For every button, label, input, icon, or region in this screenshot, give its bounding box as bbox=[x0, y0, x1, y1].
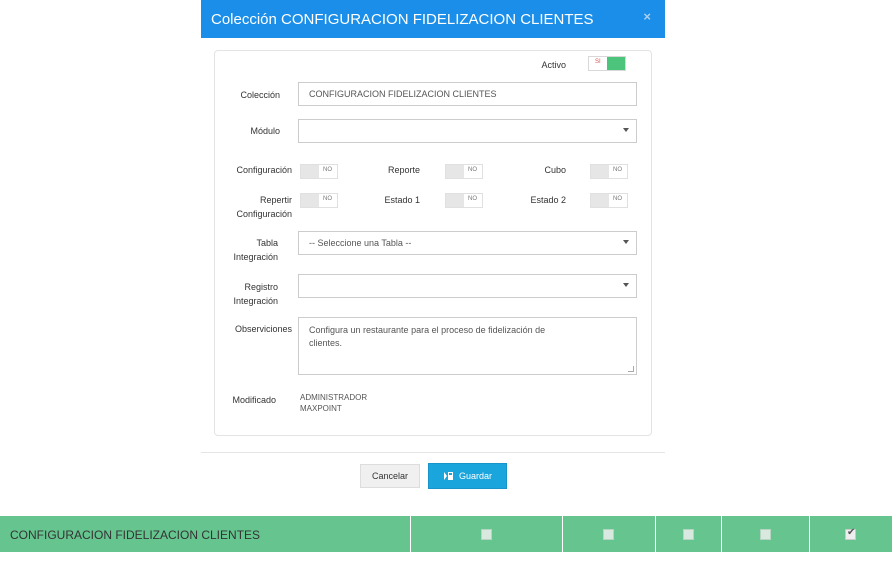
cancel-button[interactable]: Cancelar bbox=[360, 464, 420, 488]
estado2-toggle[interactable]: NO bbox=[590, 193, 628, 208]
toggle-knob bbox=[607, 57, 625, 70]
close-icon[interactable]: × bbox=[643, 9, 651, 24]
estado1-toggle[interactable]: NO bbox=[445, 193, 483, 208]
toggle-knob bbox=[301, 165, 319, 178]
toggle-text: NO bbox=[323, 196, 332, 202]
configuracion-label: Configuración bbox=[236, 165, 292, 175]
chevron-down-icon bbox=[623, 283, 629, 287]
estado2-label: Estado 2 bbox=[530, 195, 566, 205]
modificado-label: Modificado bbox=[232, 395, 276, 405]
modulo-label: Módulo bbox=[250, 126, 280, 136]
toggle-text: NO bbox=[613, 196, 622, 202]
tabla-value: -- Seleccione una Tabla -- bbox=[309, 238, 412, 248]
row-checkbox-1[interactable] bbox=[481, 529, 492, 540]
configuracion-toggle[interactable]: NO bbox=[300, 164, 338, 179]
registro-label-line1: Registro bbox=[244, 282, 278, 292]
registro-label-line2: Integración bbox=[233, 296, 278, 306]
tabla-integracion-label: Tabla Integración bbox=[220, 236, 278, 264]
repetir-label-line1: Repertir bbox=[259, 195, 292, 205]
save-button-label: Guardar bbox=[458, 471, 493, 481]
activo-label: Activo bbox=[541, 60, 566, 70]
toggle-knob bbox=[301, 194, 319, 207]
modificado-value-line2: MAXPOINT bbox=[300, 404, 342, 413]
checkmark-icon: ✔ bbox=[847, 527, 856, 538]
coleccion-input[interactable]: CONFIGURACION FIDELIZACION CLIENTES bbox=[298, 82, 637, 106]
observaciones-textarea[interactable]: Configura un restaurante para el proceso… bbox=[298, 317, 637, 375]
cubo-label: Cubo bbox=[544, 165, 566, 175]
estado1-label: Estado 1 bbox=[384, 195, 420, 205]
chevron-down-icon bbox=[623, 128, 629, 132]
cubo-toggle[interactable]: NO bbox=[590, 164, 628, 179]
modulo-select[interactable] bbox=[298, 119, 637, 143]
resize-grip-icon[interactable] bbox=[628, 366, 634, 372]
row-checkbox-4[interactable] bbox=[760, 529, 771, 540]
toggle-text: NO bbox=[468, 196, 477, 202]
reporte-label: Reporte bbox=[387, 165, 420, 175]
registro-integracion-select[interactable] bbox=[298, 274, 637, 298]
row-checkbox-2[interactable] bbox=[603, 529, 614, 540]
modal-title: Colección CONFIGURACION FIDELIZACION CLI… bbox=[211, 11, 594, 28]
reporte-toggle[interactable]: NO bbox=[445, 164, 483, 179]
modificado-value-line1: ADMINISTRADOR bbox=[300, 393, 368, 402]
tabla-label-line1: Tabla bbox=[256, 238, 278, 248]
toggle-text: NO bbox=[323, 167, 332, 173]
toggle-text: NO bbox=[468, 167, 477, 173]
table-row[interactable]: CONFIGURACION FIDELIZACION CLIENTES ✔ bbox=[0, 516, 892, 552]
toggle-text: NO bbox=[613, 167, 622, 173]
row-checkbox-5[interactable]: ✔ bbox=[845, 527, 856, 540]
repetir-configuracion-label: Repertir Configuración bbox=[220, 193, 292, 221]
row-checkbox-3[interactable] bbox=[683, 529, 694, 540]
repetir-configuracion-toggle[interactable]: NO bbox=[300, 193, 338, 208]
modal-footer-divider bbox=[201, 452, 665, 453]
modificado-value: ADMINISTRADOR MAXPOINT bbox=[300, 392, 367, 414]
modal-header: Colección CONFIGURACION FIDELIZACION CLI… bbox=[201, 0, 665, 38]
save-icon bbox=[443, 471, 454, 481]
observaciones-line2: clientes. bbox=[309, 338, 343, 348]
tabla-label-line2: Integración bbox=[233, 252, 278, 262]
toggle-knob bbox=[591, 165, 609, 178]
activo-toggle-text: SI bbox=[595, 59, 601, 65]
toggle-knob bbox=[446, 194, 464, 207]
toggle-knob bbox=[591, 194, 609, 207]
save-button[interactable]: Guardar bbox=[428, 463, 507, 489]
toggle-knob bbox=[446, 165, 464, 178]
activo-toggle[interactable]: SI bbox=[588, 56, 626, 71]
registro-integracion-label: Registro Integración bbox=[220, 280, 278, 308]
observaciones-label: Observiciones bbox=[234, 324, 292, 334]
tabla-integracion-select[interactable]: -- Seleccione una Tabla -- bbox=[298, 231, 637, 255]
row-name: CONFIGURACION FIDELIZACION CLIENTES bbox=[10, 528, 261, 542]
coleccion-label: Colección bbox=[240, 90, 280, 100]
chevron-down-icon bbox=[623, 240, 629, 244]
repetir-label-line2: Configuración bbox=[236, 209, 292, 219]
observaciones-line1: Configura un restaurante para el proceso… bbox=[309, 325, 546, 335]
